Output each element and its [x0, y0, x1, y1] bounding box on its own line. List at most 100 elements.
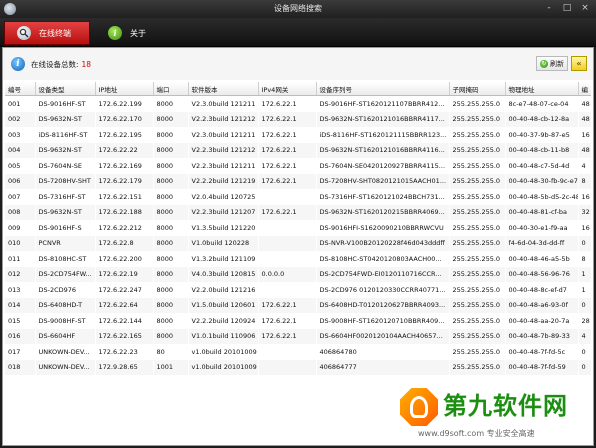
- watermark-brand: 第九软件网: [443, 392, 568, 420]
- column-header[interactable]: IP地址: [95, 82, 154, 96]
- table-cell: 00-40-48-7b-89-33: [505, 328, 578, 344]
- table-cell: 8000: [156, 316, 174, 325]
- table-cell: v1.0build 20101009: [191, 347, 257, 356]
- table-cell: 8000: [156, 161, 174, 170]
- table-row[interactable]: 018 UNKOWN-DEV... 172.9.28.65 1001 v1.0build…: [5, 359, 591, 375]
- table-cell: 008: [5, 204, 35, 220]
- table-cell: 0: [581, 347, 586, 356]
- table-cell: V1.0.1build 110906: [188, 328, 258, 344]
- table-cell: 255.255.255.0: [452, 223, 501, 232]
- close-button[interactable]: ×: [578, 2, 592, 15]
- table-cell: 0: [578, 235, 591, 251]
- table-cell: DS-7208HV-SHT0820121015AACH01...: [316, 173, 449, 189]
- table-row[interactable]: 013 DS-2CD976 172.6.22.247 8000 V2.2.0build …: [5, 282, 591, 298]
- table-cell: DS-2CD976 0120120330CCRR40771...: [319, 285, 446, 294]
- table-cell: [258, 235, 316, 251]
- column-header[interactable]: 物理地址: [505, 82, 579, 96]
- table-row[interactable]: 008 DS-9632N-ST 172.6.22.188 8000 V2.2.3buil…: [5, 204, 591, 220]
- table-row[interactable]: 012 DS-2CD754FW... 172.6.22.19 8000 V4.0.3bu…: [5, 266, 591, 282]
- table-row[interactable]: 007 DS-7316HF-ST 172.6.22.151 8000 V2.0.4bui…: [5, 189, 591, 205]
- table-cell: DS-8108HC-ST: [38, 254, 87, 263]
- table-cell: UNKOWN-DEV...: [38, 347, 90, 356]
- table-row[interactable]: 006 DS-7208HV-SHT 172.6.22.179 8000 V2.2.2bu…: [5, 173, 591, 189]
- table-cell: 00-40-48-cb-11-b8: [505, 142, 578, 158]
- tab-online-terminal[interactable]: 在线终端: [4, 21, 90, 45]
- table-cell: 255.255.255.0: [452, 192, 501, 201]
- table-cell: 255.255.255.0: [449, 328, 505, 344]
- table-cell: 016: [5, 328, 35, 344]
- table-cell: 172.9.28.65: [95, 359, 153, 375]
- table-cell: 172.6.22.179: [95, 173, 153, 189]
- table-row[interactable]: 003 iDS-8116HF-ST 172.6.22.195 8000 V2.3.0bu…: [5, 127, 591, 143]
- table-cell: 255.255.255.0: [449, 297, 505, 313]
- table-cell: 28: [581, 316, 590, 325]
- table-cell: V2.2.3build 121207: [188, 204, 258, 220]
- table-cell: DS-9632N-ST1620121016BBRR4117...: [316, 111, 449, 127]
- table-cell: 172.6.22.212: [98, 223, 142, 232]
- table-cell: 172.6.22.144: [98, 316, 142, 325]
- refresh-button[interactable]: ↻ 刷新: [536, 56, 568, 71]
- table-row[interactable]: 005 DS-7604N-SE 172.6.22.169 8000 V2.2.3buil…: [5, 158, 591, 174]
- tab-about[interactable]: i 关于: [96, 21, 182, 45]
- table-row[interactable]: 014 DS-6408HD-T 172.6.22.64 8000 V1.5.0build…: [5, 297, 591, 313]
- column-header[interactable]: 编号: [5, 82, 36, 96]
- watermark: 第九软件网 www.d9soft.com 专业安全高速: [400, 388, 590, 446]
- table-cell: 004: [5, 142, 35, 158]
- table-cell: 255.255.255.0: [449, 142, 505, 158]
- table-cell: 172.6.22.1: [258, 111, 316, 127]
- table-cell: 8: [578, 173, 591, 189]
- info-circle-icon: i: [11, 57, 25, 71]
- table-cell: 1: [581, 285, 586, 294]
- table-row[interactable]: 004 DS-9632N-ST 172.6.22.22 8000 V2.2.3build…: [5, 142, 591, 158]
- table-cell: V2.3.0build 121211: [191, 99, 256, 108]
- search-icon: [17, 26, 31, 40]
- table-cell: DS-2CD754FW...: [35, 266, 95, 282]
- column-header[interactable]: IPv4网关: [258, 82, 317, 96]
- table-row[interactable]: 001 DS-9016HF-ST 172.6.22.199 8000 V2.3.0bui…: [5, 96, 591, 112]
- column-header[interactable]: 子网掩码: [449, 82, 506, 96]
- table-cell: 00-40-48-a6-93-0f: [505, 297, 578, 313]
- table-cell: PCNVR: [35, 235, 95, 251]
- table-cell: 172.6.22.64: [95, 297, 153, 313]
- table-cell: DS-9632N-ST1620121016BBRR4116...: [316, 142, 449, 158]
- table-cell: 255.255.255.0: [452, 285, 501, 294]
- table-cell: f4-6d-04-3d-dd-ff: [505, 235, 578, 251]
- table-cell: 172.6.22.1: [261, 161, 297, 170]
- table-cell: DS-8108HC-ST0420120803AACH00...: [319, 254, 442, 263]
- table-cell: 172.6.22.165: [95, 328, 153, 344]
- table-cell: V1.3.2build 121109: [191, 254, 256, 263]
- table-cell: 172.6.22.1: [258, 204, 316, 220]
- table-cell: 172.6.22.1: [261, 130, 297, 139]
- device-count: 在线设备总数: 18: [31, 59, 91, 70]
- column-header[interactable]: 设备类型: [35, 82, 96, 96]
- column-header[interactable]: 端口: [153, 82, 189, 96]
- table-row[interactable]: 011 DS-8108HC-ST 172.6.22.200 8000 V1.3.2bui…: [5, 251, 591, 267]
- maximize-button[interactable]: □: [560, 2, 574, 15]
- column-header[interactable]: 软件版本: [188, 82, 259, 96]
- watermark-logo-icon: [400, 388, 438, 426]
- table-cell: DS-9632N-ST: [35, 142, 95, 158]
- table-row[interactable]: 009 DS-9016HF-S 172.6.22.212 8000 V1.3.5buil…: [5, 220, 591, 236]
- minimize-button[interactable]: -: [542, 2, 556, 15]
- column-header[interactable]: 编: [578, 82, 591, 96]
- table-cell: 8000: [153, 204, 188, 220]
- table-cell: 255.255.255.0: [452, 99, 501, 108]
- table-row[interactable]: 015 DS-9008HF-ST 172.6.22.144 8000 V2.2.2bui…: [5, 313, 591, 329]
- table-cell: V2.2.2build 120924: [191, 316, 256, 325]
- table-cell: 00-40-48-7f-fd-59: [505, 359, 578, 375]
- table-cell: 00-40-30-e1-f9-aa: [508, 223, 568, 232]
- table-cell: 8000: [156, 192, 174, 201]
- table-cell: 172.6.22.151: [98, 192, 142, 201]
- table-row[interactable]: 010 PCNVR 172.6.22.8 8000 V1.0build 120228 DS…: [5, 235, 591, 251]
- device-count-value: 18: [81, 60, 92, 69]
- table-cell: 014: [5, 297, 35, 313]
- table-cell: 48: [578, 142, 591, 158]
- table-cell: 00-40-48-aa-20-7a: [508, 316, 570, 325]
- table-row[interactable]: 016 DS-6604HF 172.6.22.165 8000 V1.0.1build …: [5, 328, 591, 344]
- table-row[interactable]: 002 DS-9632N-ST 172.6.22.170 8000 V2.2.3buil…: [5, 111, 591, 127]
- table-row[interactable]: 017 UNKOWN-DEV... 172.6.22.23 80 v1.0build 2…: [5, 344, 591, 360]
- column-header[interactable]: 设备序列号: [316, 82, 450, 96]
- collapse-button[interactable]: «: [571, 56, 587, 71]
- table-cell: 406864780: [319, 347, 357, 356]
- table-cell: 255.255.255.0: [452, 347, 501, 356]
